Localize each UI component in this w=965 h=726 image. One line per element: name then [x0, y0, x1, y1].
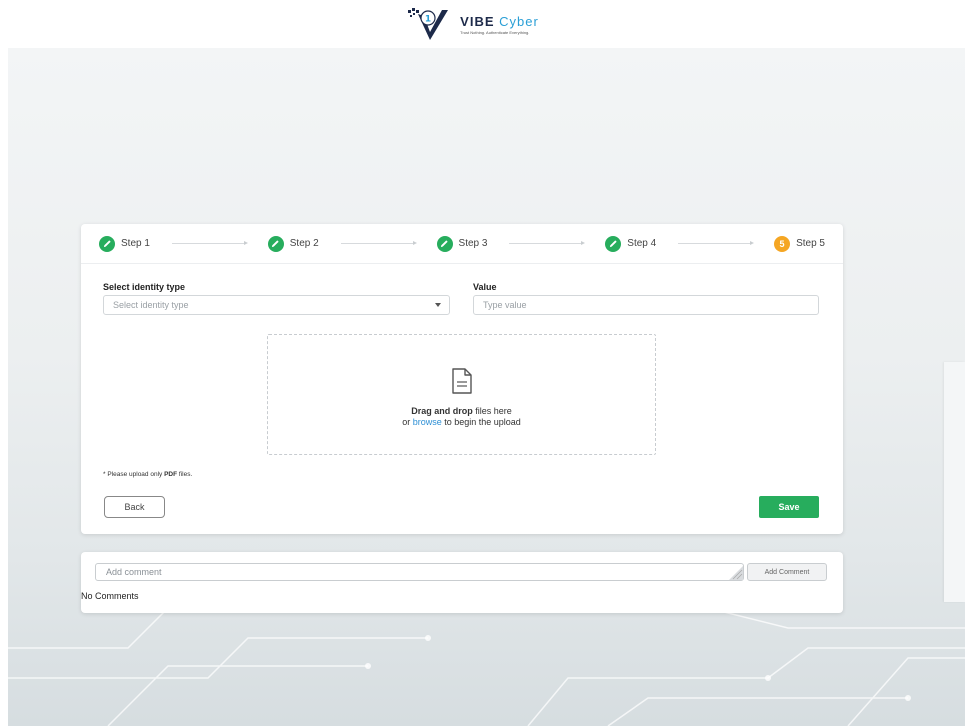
step-connector-arrow: [509, 241, 586, 245]
value-label: Value: [473, 282, 497, 292]
add-comment-button[interactable]: Add Comment: [747, 563, 827, 581]
step-3[interactable]: Step 3: [436, 235, 488, 252]
no-comments-text: No Comments: [81, 591, 139, 601]
step-label: Step 4: [627, 238, 657, 249]
comment-placeholder: Add comment: [106, 567, 162, 577]
step-4[interactable]: Step 4: [605, 235, 657, 252]
pencil-icon: [436, 235, 453, 252]
step-label: Step 3: [458, 238, 488, 249]
vibe-cyber-logo-icon: 1: [408, 8, 449, 40]
upload-note: * Please upload only PDF files.: [103, 471, 193, 478]
step-connector-arrow: [678, 241, 754, 245]
side-panel-edge: [944, 362, 965, 602]
svg-text:1: 1: [425, 15, 431, 25]
wizard-card: Step 1 Step 2 Step 3 Step 4 5 Step 5 Sel…: [81, 224, 843, 534]
back-button[interactable]: Back: [104, 496, 165, 518]
identity-type-placeholder: Select identity type: [113, 300, 189, 310]
comment-input[interactable]: Add comment: [95, 563, 744, 581]
comments-card: Add comment Add Comment No Comments: [81, 552, 843, 613]
step-connector-arrow: [171, 241, 248, 245]
step-5[interactable]: 5 Step 5: [774, 235, 825, 252]
file-dropzone[interactable]: Drag and drop files here or browse to be…: [267, 334, 656, 455]
step-connector-arrow: [340, 241, 417, 245]
identity-form-row: Select identity type Select identity typ…: [103, 282, 821, 322]
brand-name: VIBE Cyber: [460, 13, 539, 29]
identity-type-select[interactable]: Select identity type: [103, 295, 450, 315]
step-label: Step 5: [796, 238, 825, 249]
pencil-icon: [605, 235, 622, 252]
dropzone-browse-line: or browse to begin the upload: [402, 417, 521, 427]
chevron-down-icon: [435, 303, 441, 307]
step-number-badge: 5: [774, 235, 791, 252]
save-button[interactable]: Save: [759, 496, 819, 518]
brand-logo[interactable]: 1 VIBE Cyber Trust Nothing. Authenticate…: [406, 4, 539, 44]
brand-tagline: Trust Nothing. Authenticate Everything.: [460, 29, 530, 35]
browse-link[interactable]: browse: [413, 417, 442, 427]
pencil-icon: [267, 235, 284, 252]
app-header: 1 VIBE Cyber Trust Nothing. Authenticate…: [0, 0, 965, 48]
dropzone-instructions: Drag and drop files here: [411, 406, 512, 416]
value-placeholder: Type value: [483, 300, 527, 310]
step-2[interactable]: Step 2: [267, 235, 319, 252]
identity-type-label: Select identity type: [103, 282, 186, 292]
step-label: Step 1: [121, 238, 150, 249]
stepper: Step 1 Step 2 Step 3 Step 4 5 Step 5: [81, 224, 843, 264]
document-icon: [451, 368, 472, 394]
step-label: Step 2: [289, 238, 319, 249]
step-1[interactable]: Step 1: [99, 235, 150, 252]
resize-grip-icon[interactable]: [729, 566, 743, 580]
value-input[interactable]: Type value: [473, 295, 819, 315]
pencil-icon: [99, 235, 115, 252]
